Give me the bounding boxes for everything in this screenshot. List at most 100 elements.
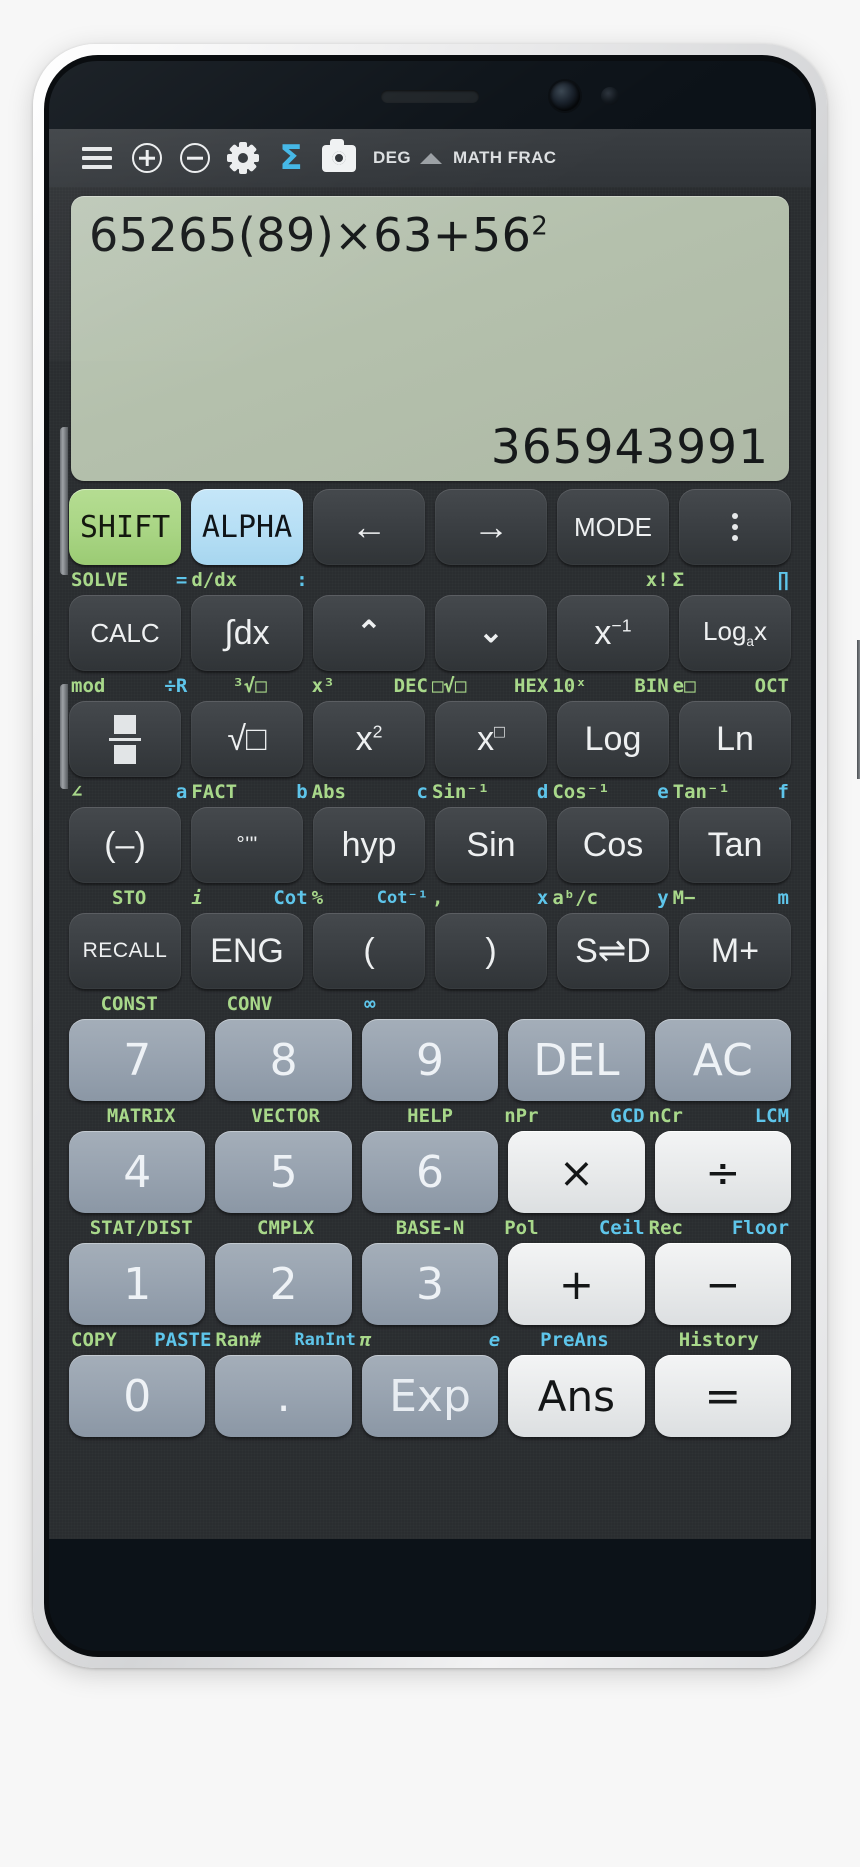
key-digit-8[interactable]: 8 [215,1019,352,1101]
sub-label-row-4: STO i Cot % Cot⁻¹ , x aᵇ/c y M− m [69,883,791,913]
key-minus[interactable]: − [654,1243,792,1325]
key-row-8: 1 2 3 + − [69,1243,792,1325]
sub-label: COPY [71,1329,117,1351]
key-digit-5[interactable]: 5 [215,1131,352,1213]
key-shift[interactable]: SHIFT [69,489,181,565]
sub-label-row-6: MATRIX VECTOR HELP nPr GCD nCr LCM [69,1101,791,1131]
key-digit-7[interactable]: 7 [69,1019,206,1101]
key-delete[interactable]: DEL [508,1019,645,1101]
key-digit-0[interactable]: 0 [69,1355,206,1437]
key-label: Tan [707,825,763,864]
key-arrow-left[interactable]: ← [313,489,425,565]
key-label: M+ [710,931,760,970]
key-label: Log [584,719,642,758]
key-digit-3[interactable]: 3 [361,1243,499,1325]
key-log-base-a[interactable]: Logax [679,595,791,671]
sub-label: Ceil [598,1217,645,1239]
sub-label: Tan⁻¹ [672,781,730,803]
key-label: Ln [716,719,754,758]
hamburger-menu-icon[interactable] [71,135,123,181]
key-divide[interactable]: ÷ [654,1131,792,1213]
key-arrow-right[interactable]: → [435,489,547,565]
key-square[interactable]: x2 [313,701,425,777]
sub-label: Σ [672,569,685,591]
key-calc[interactable]: CALC [69,595,181,671]
key-reciprocal[interactable]: x−1 [557,595,669,671]
arrow-left-icon: ← [351,506,387,547]
sub-label-row-1: SOLVE = d/dx: x! Σ ∏ [69,565,791,595]
key-negate[interactable]: (–) [69,807,181,883]
key-digit-2[interactable]: 2 [215,1243,352,1325]
key-log[interactable]: Log [557,701,669,777]
sub-label: : [296,569,308,591]
sub-label: y [657,887,669,909]
key-memory-plus[interactable]: M+ [679,913,791,989]
key-label: × [558,1147,595,1197]
sub-label: π [359,1329,372,1351]
sub-label-row-7: STAT/DIST CMPLX BASE-N Pol Ceil Rec Floor [69,1213,791,1243]
key-integral[interactable]: ∫dx [191,595,303,671]
key-digit-4[interactable]: 4 [69,1131,206,1213]
key-row-2: CALC ∫dx ⌃ ⌄ x−1 Logax [69,595,791,671]
key-mode[interactable]: MODE [557,489,669,565]
gear-icon[interactable] [219,135,267,181]
key-decimal-point[interactable]: . [215,1355,352,1437]
key-label: = [704,1370,742,1422]
key-row-1: SHIFT ALPHA ← → MODE [69,489,791,565]
key-cos[interactable]: Cos [557,807,669,883]
key-overflow-menu[interactable] [679,489,791,565]
key-all-clear[interactable]: AC [654,1019,792,1101]
sub-label: e [657,781,669,803]
key-label: 2 [269,1258,298,1310]
key-fraction[interactable] [69,701,181,777]
kebab-menu-icon [732,513,738,541]
key-digit-6[interactable]: 6 [361,1131,499,1213]
key-hyp[interactable]: hyp [313,807,425,883]
key-recall[interactable]: RECALL [69,913,181,989]
key-plus[interactable]: + [508,1243,645,1325]
key-row-5: RECALL ENG ( ) S⇌D M+ [69,913,791,989]
key-digit-9[interactable]: 9 [361,1019,499,1101]
key-label: 4 [123,1146,152,1198]
sub-label: MATRIX [106,1105,176,1127]
key-power[interactable]: x□ [435,701,547,777]
sigma-icon[interactable]: Σ [267,135,315,181]
key-label: (–) [104,825,146,864]
key-label: 8 [269,1034,298,1086]
key-label: x−1 [594,613,632,652]
sub-label: x [536,887,549,909]
camera-icon[interactable] [315,135,363,181]
sub-label: PreAns [540,1329,609,1351]
sub-label: BIN [634,675,669,697]
key-multiply[interactable]: × [508,1131,645,1213]
key-square-root[interactable]: √□ [191,701,303,777]
key-ln[interactable]: Ln [679,701,791,777]
key-cursor-up[interactable]: ⌃ [313,595,425,671]
key-eng[interactable]: ENG [191,913,303,989]
sub-label: CONST [100,993,158,1015]
key-answer[interactable]: Ans [508,1355,645,1437]
calculator-display[interactable]: 65265(89)×63+562 365943991 [71,196,789,481]
sub-label-row-8: COPY PASTE Ran# RanInt π e PreAns History [69,1325,791,1355]
key-cursor-down[interactable]: ⌄ [435,595,547,671]
key-tan[interactable]: Tan [679,807,791,883]
minus-circle-icon[interactable] [171,135,219,181]
key-label: 7 [123,1034,152,1086]
sub-label: a [175,781,188,803]
volume-down-button[interactable] [60,684,68,789]
key-s-to-d[interactable]: S⇌D [557,913,669,989]
sub-label: HELP [407,1105,453,1127]
key-digit-1[interactable]: 1 [69,1243,206,1325]
key-close-paren[interactable]: ) [435,913,547,989]
key-equals[interactable]: = [654,1355,792,1437]
volume-up-button[interactable] [60,427,68,575]
plus-circle-icon[interactable] [123,135,171,181]
key-degrees-minutes-seconds[interactable]: °'" [191,807,303,883]
key-sin[interactable]: Sin [435,807,547,883]
keypad: SHIFT ALPHA ← → MODE SOLVE = d/dx: x! Σ ∏ [49,481,811,1437]
key-exponent[interactable]: Exp [361,1355,499,1437]
key-alpha[interactable]: ALPHA [191,489,303,565]
sub-label: m [777,887,789,909]
sub-label-row-2: mod ÷R ³√□ x³ DEC □√□ HEX 10ˣ BIN e□ OCT [69,671,791,701]
key-open-paren[interactable]: ( [313,913,425,989]
